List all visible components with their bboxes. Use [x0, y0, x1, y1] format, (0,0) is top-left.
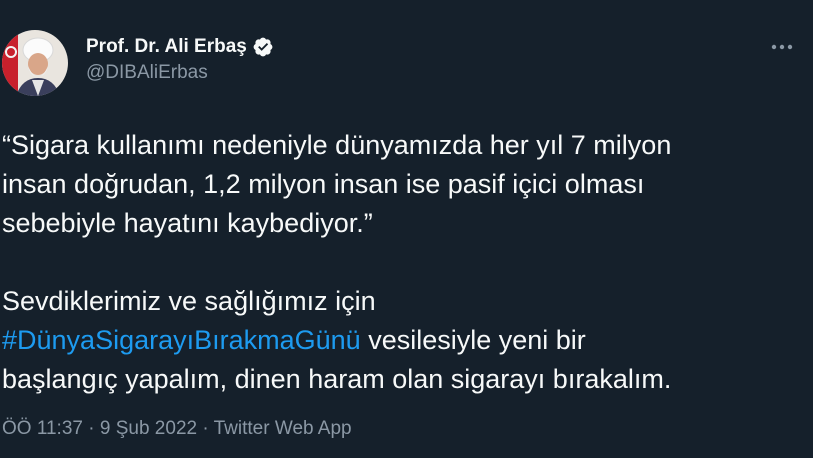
tweet: Prof. Dr. Ali Erbaş @DIBAliErbas “Sigara… [0, 0, 813, 458]
tweet-line-4: Sevdiklerimiz ve sağlığımız için [2, 286, 376, 316]
more-options-icon [771, 44, 793, 50]
tweet-date[interactable]: 9 Şub 2022 [100, 418, 197, 439]
avatar[interactable] [2, 30, 68, 96]
handle[interactable]: @DIBAliErbas [86, 62, 274, 84]
tweet-source[interactable]: Twitter Web App [214, 418, 352, 439]
tweet-quote: “Sigara kullanımı nedeniyle dünyamızda h… [2, 126, 802, 243]
tweet-meta: ÖÖ 11:37 · 9 Şub 2022 · Twitter Web App [2, 418, 352, 440]
profile-photo [2, 30, 68, 96]
tweet-message: Sevdiklerimiz ve sağlığımız için #DünyaS… [2, 282, 802, 399]
author-block: Prof. Dr. Ali Erbaş @DIBAliErbas [86, 34, 274, 84]
tweet-line-1: “Sigara kullanımı nedeniyle dünyamızda h… [2, 130, 672, 160]
tweet-text: “Sigara kullanımı nedeniyle dünyamızda h… [2, 126, 802, 399]
verified-badge-icon [252, 36, 274, 58]
name-row: Prof. Dr. Ali Erbaş [86, 34, 274, 60]
tweet-line-3: sebebiyle hayatını kaybediyor.” [2, 208, 373, 238]
meta-separator: · [202, 418, 209, 439]
hashtag-link[interactable]: #DünyaSigarayıBırakmaGünü [2, 325, 361, 355]
display-name[interactable]: Prof. Dr. Ali Erbaş [86, 36, 247, 58]
meta-separator: · [88, 418, 95, 439]
tweet-line-5: vesilesiyle yeni bir [360, 325, 586, 355]
tweet-time[interactable]: ÖÖ 11:37 [2, 418, 83, 439]
tweet-line-2: insan doğrudan, 1,2 milyon insan ise pas… [2, 169, 645, 199]
tweet-line-6: başlangıç yapalım, dinen haram olan siga… [2, 364, 672, 394]
more-options-button[interactable] [764, 34, 800, 60]
